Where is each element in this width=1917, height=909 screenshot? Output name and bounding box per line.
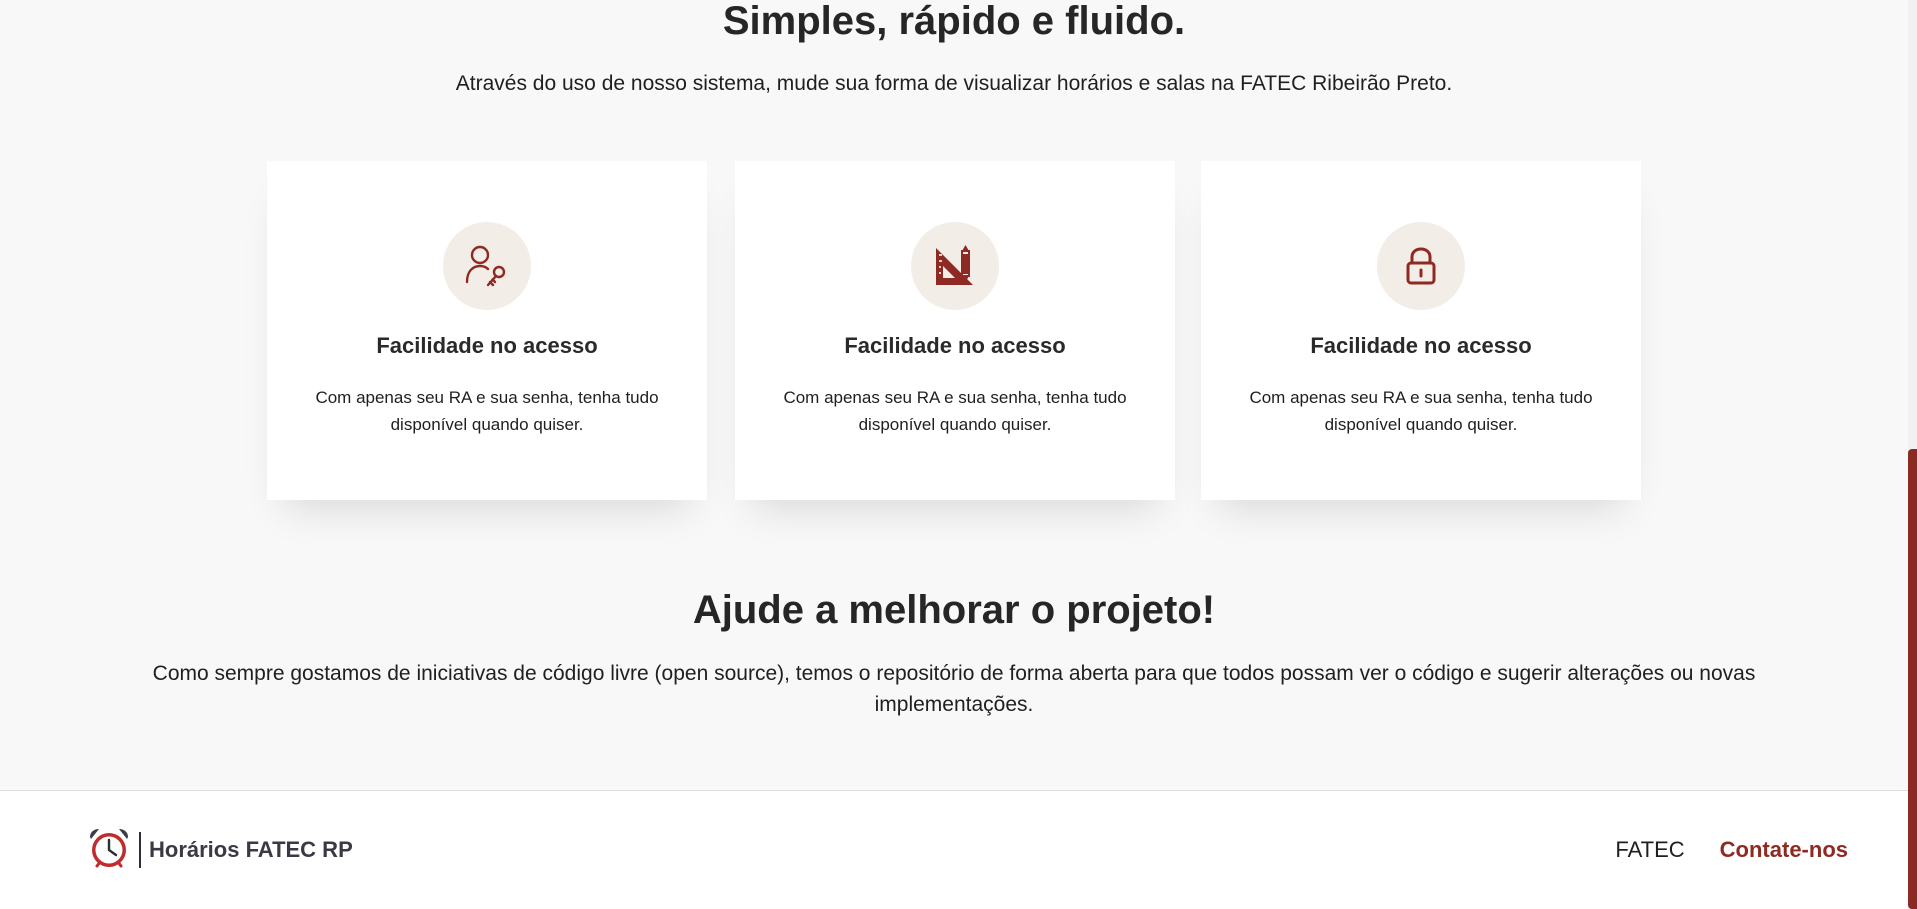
intro-subtitle: Através do uso de nosso sistema, mude su… — [455, 72, 1453, 95]
page: Simples, rápido e fluido. Através do uso… — [0, 0, 1917, 909]
feature-card: Facilidade no acesso Com apenas seu RA e… — [735, 161, 1175, 500]
scrollbar-thumb[interactable] — [1908, 449, 1917, 909]
scrollbar[interactable] — [1908, 0, 1917, 909]
feature-title: Facilidade no acesso — [844, 333, 1066, 358]
feature-card: Facilidade no acesso Com apenas seu RA e… — [267, 161, 707, 500]
contribute-title: Ajude a melhorar o projeto! — [692, 588, 1216, 632]
feature-text: Com apenas seu RA e sua senha, tenha tud… — [783, 388, 1127, 434]
nav-link-fatec[interactable]: FATEC — [1615, 837, 1684, 863]
intro-title: Simples, rápido e fluido. — [722, 0, 1186, 43]
feature-text: Com apenas seu RA e sua senha, tenha tud… — [315, 388, 659, 434]
footer-nav: FATEC Contate-nos — [1615, 827, 1848, 873]
ruler-pencil-icon — [911, 222, 999, 310]
brand-name: Horários FATEC RP — [149, 837, 353, 862]
padlock-icon — [1377, 222, 1465, 310]
footer-brand[interactable]: Horários FATEC RP — [87, 827, 353, 873]
nav-link-contact[interactable]: Contate-nos — [1720, 837, 1848, 863]
user-key-icon — [443, 222, 531, 310]
feature-cards: Facilidade no acesso Com apenas seu RA e… — [267, 161, 1642, 500]
feature-card: Facilidade no acesso Com apenas seu RA e… — [1201, 161, 1641, 500]
footer: Horários FATEC RP FATEC Contate-nos — [0, 790, 1908, 909]
feature-title: Facilidade no acesso — [1310, 333, 1532, 358]
alarm-clock-icon — [87, 826, 131, 875]
contribute-text: Como sempre gostamos de iniciativas de c… — [152, 662, 1756, 716]
brand-divider — [139, 832, 141, 868]
feature-title: Facilidade no acesso — [376, 333, 598, 358]
feature-text: Com apenas seu RA e sua senha, tenha tud… — [1249, 388, 1593, 434]
